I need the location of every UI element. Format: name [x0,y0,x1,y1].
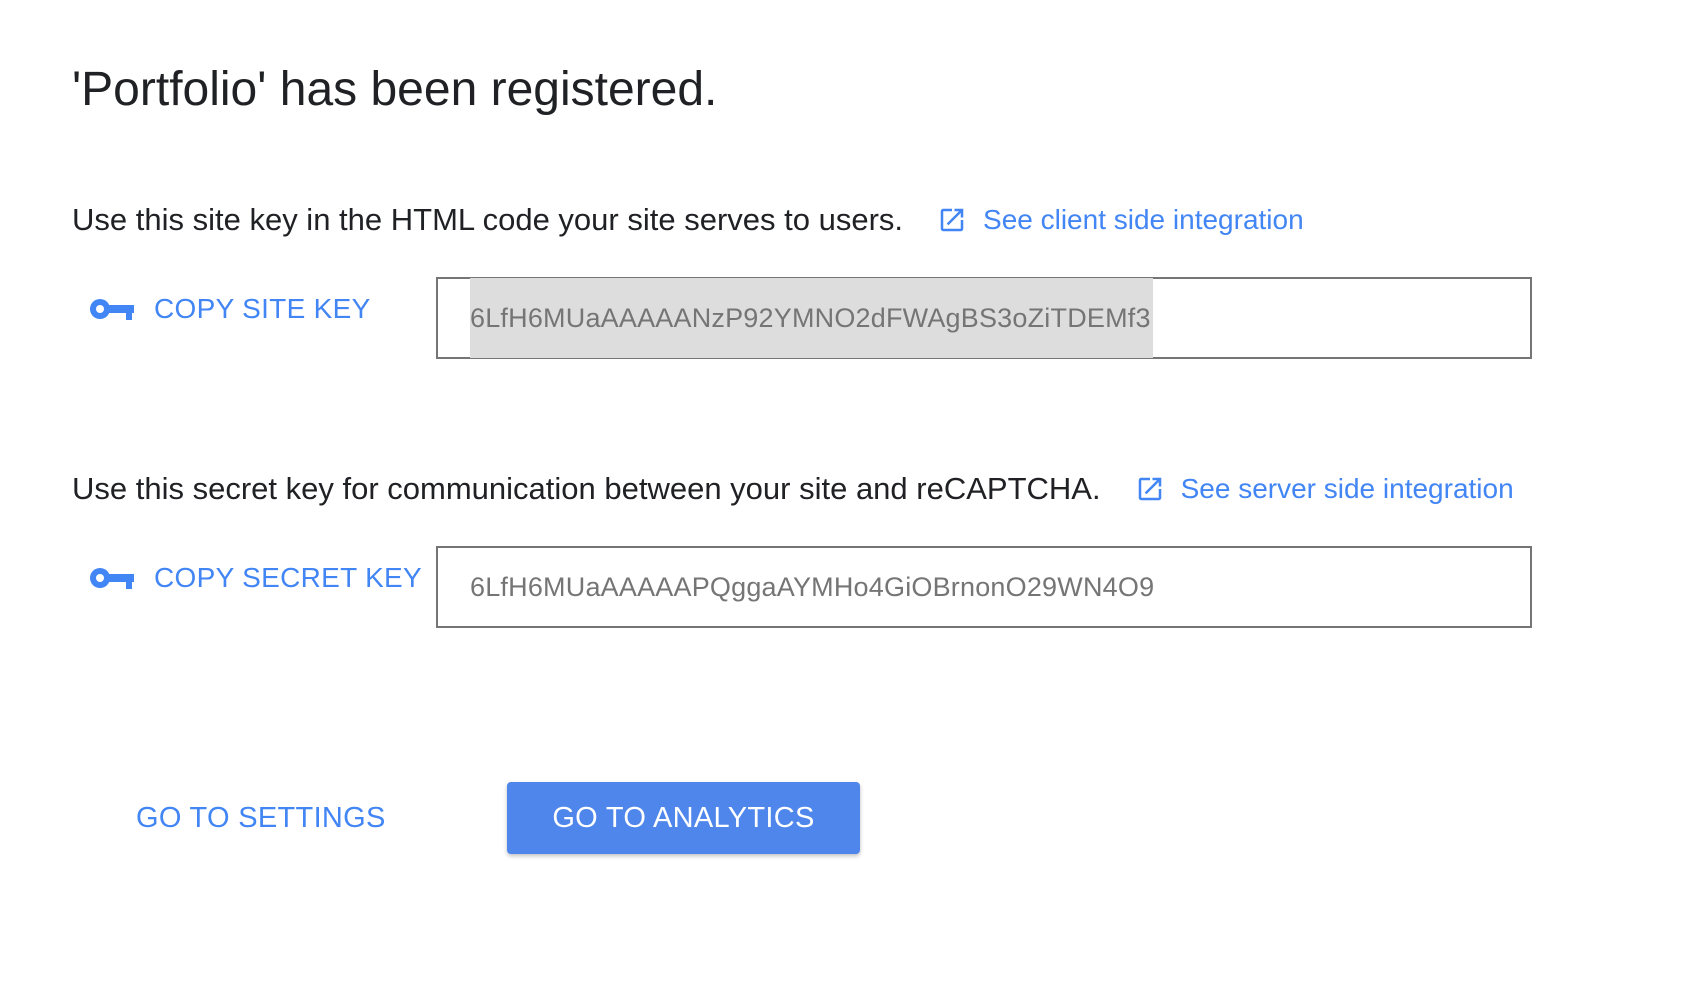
server-side-integration-link[interactable]: See server side integration [1135,467,1514,511]
key-icon [88,563,136,593]
secret-key-description: Use this secret key for communication be… [72,471,1101,506]
client-side-integration-link[interactable]: See client side integration [937,198,1304,242]
go-to-analytics-button[interactable]: GO TO ANALYTICS [507,782,860,854]
copy-site-key-button[interactable]: COPY SITE KEY [88,293,371,325]
site-key-value[interactable]: 6LfH6MUaAAAAANzP92YMNO2dFWAgBS3oZiTDEMf3 [470,278,1153,358]
copy-site-key-label: COPY SITE KEY [154,293,371,324]
key-icon [88,294,136,324]
registration-success-page: 'Portfolio' has been registered. Use thi… [0,0,1708,1006]
client-side-integration-label: See client side integration [983,204,1304,235]
copy-secret-key-label: COPY SECRET KEY [154,562,422,593]
site-key-description: Use this site key in the HTML code your … [72,202,904,237]
server-side-integration-label: See server side integration [1180,473,1514,504]
site-key-field[interactable]: 6LfH6MUaAAAAANzP92YMNO2dFWAgBS3oZiTDEMf3 [436,277,1532,359]
site-key-description-row: Use this site key in the HTML code your … [72,198,1304,242]
page-title: 'Portfolio' has been registered. [72,63,718,116]
secret-key-value[interactable]: 6LfH6MUaAAAAAPQggaAYMHo4GiOBrnonO29WN4O9 [470,547,1154,627]
open-in-new-icon [937,205,967,235]
open-in-new-icon [1135,474,1165,504]
secret-key-field[interactable]: 6LfH6MUaAAAAAPQggaAYMHo4GiOBrnonO29WN4O9 [436,546,1532,628]
copy-secret-key-button[interactable]: COPY SECRET KEY [88,562,422,594]
go-to-settings-button[interactable]: GO TO SETTINGS [112,782,410,854]
secret-key-description-row: Use this secret key for communication be… [72,467,1514,511]
